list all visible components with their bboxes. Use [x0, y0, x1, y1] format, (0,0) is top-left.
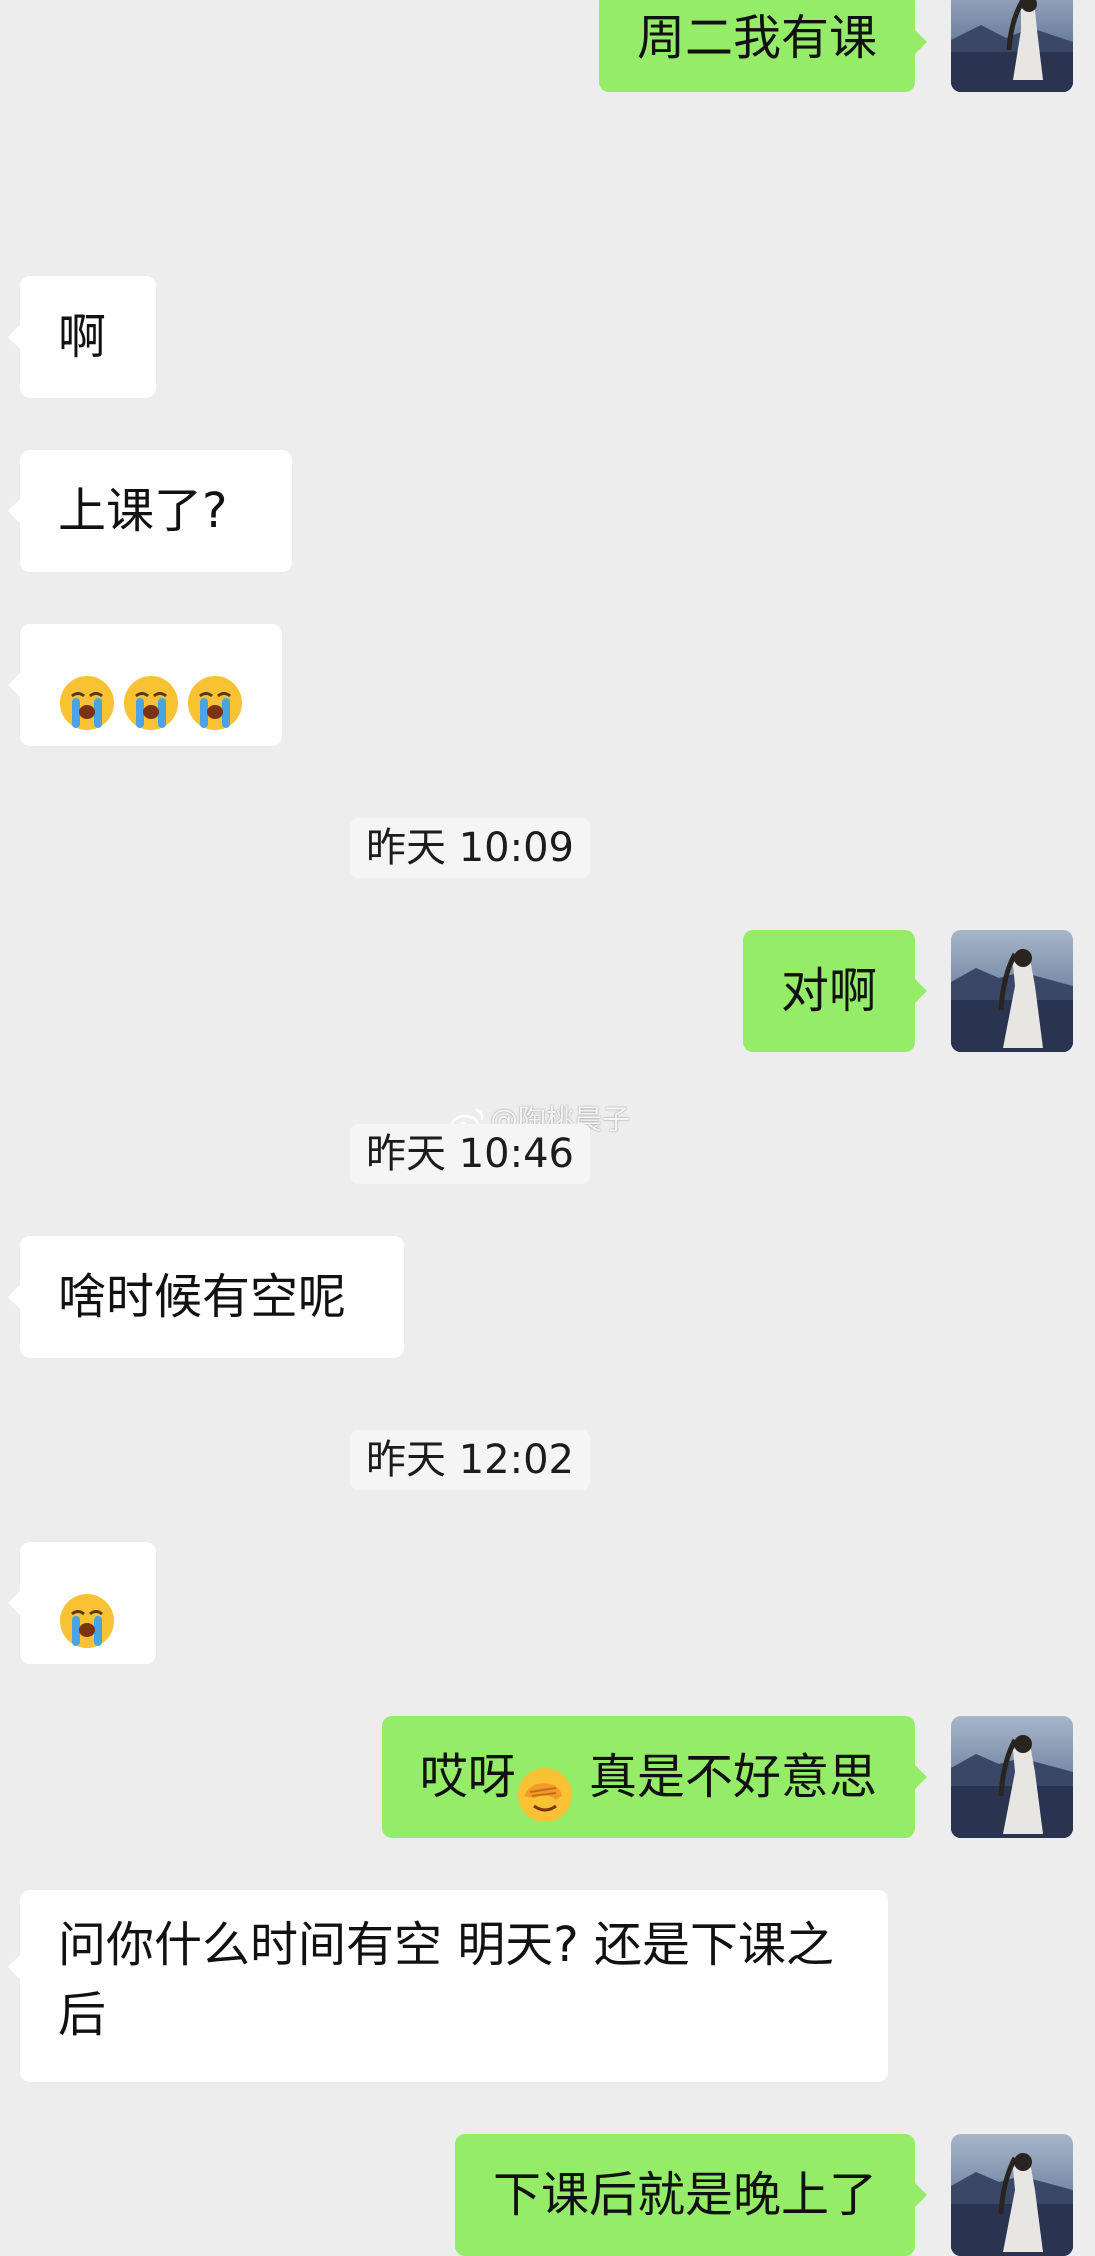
timestamp: 昨天 12:02: [350, 1430, 590, 1490]
message-text: 哎呀: [419, 1749, 516, 1805]
message-bubble[interactable]: 对啊: [742, 930, 927, 1052]
message-text: 问你什么时间有空 明天? 还是下课之后: [58, 1917, 834, 2043]
chat-area[interactable]: 周二我有课 啊 上课了? 昨天 10:09 对啊 @陶桃晨子 昨天 10:46 …: [0, 0, 1095, 2256]
message-text: 真是不好意思: [573, 1749, 877, 1805]
avatar-image: [951, 930, 1073, 1052]
message-bubble[interactable]: [8, 624, 282, 746]
message-text: 周二我有课: [636, 10, 877, 66]
avatar-image: [951, 0, 1073, 92]
message-sent: 周二我有课: [0, 0, 1095, 95]
message-bubble[interactable]: [8, 1542, 156, 1664]
avatar[interactable]: [951, 1716, 1073, 1838]
message-bubble[interactable]: 啥时候有空呢: [8, 1236, 404, 1358]
face-with-hand-over-eyes-icon: [516, 1747, 574, 1822]
message-bubble[interactable]: 哎呀 真是不好意思: [381, 1716, 927, 1838]
message-text: 下课后就是晚上了: [492, 2167, 877, 2223]
message-text: 上课了?: [58, 483, 228, 539]
message-bubble[interactable]: 上课了?: [8, 450, 292, 572]
message-text: 对啊: [780, 963, 877, 1019]
timestamp: 昨天 10:46: [350, 1124, 590, 1184]
loudly-crying-face-icon: [122, 655, 180, 730]
message-bubble[interactable]: 啊: [8, 276, 156, 398]
loudly-crying-face-icon: [186, 655, 244, 730]
loudly-crying-face-icon: [58, 655, 116, 730]
avatar[interactable]: [951, 0, 1073, 92]
avatar[interactable]: [951, 930, 1073, 1052]
message-text: 啥时候有空呢: [58, 1269, 347, 1325]
message-text: 啊: [58, 309, 107, 365]
message-bubble[interactable]: 周二我有课: [598, 0, 927, 92]
loudly-crying-face-icon: [58, 1573, 116, 1648]
avatar-image: [951, 1716, 1073, 1838]
message-bubble[interactable]: 问你什么时间有空 明天? 还是下课之后: [8, 1890, 888, 2082]
timestamp: 昨天 10:09: [350, 818, 590, 878]
